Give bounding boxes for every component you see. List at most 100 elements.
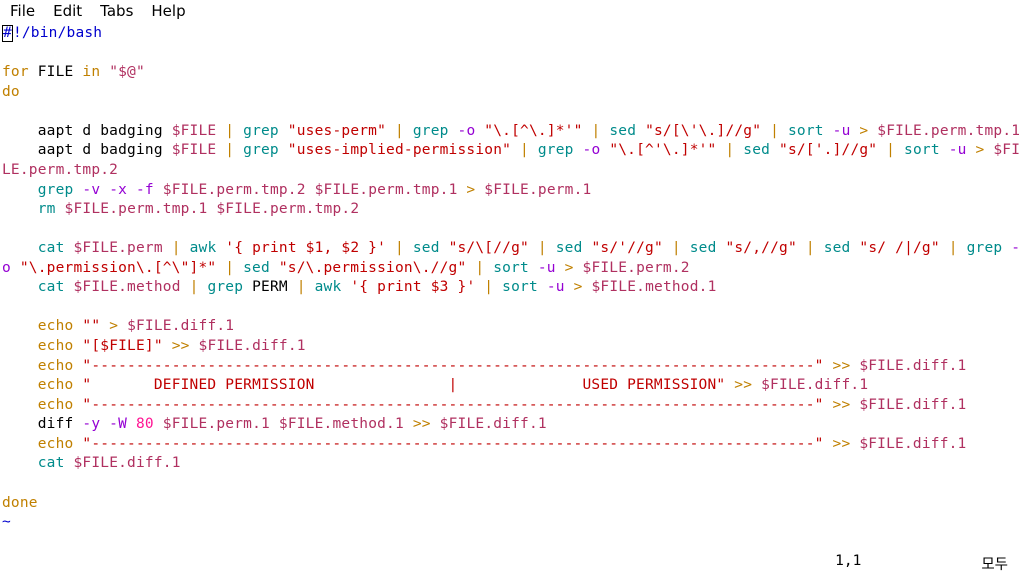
- l12-v2: $FILE: [592, 279, 637, 295]
- e6-v: $FILE: [859, 436, 904, 452]
- e5-pre: [2, 397, 38, 413]
- c-v: $FILE: [73, 455, 118, 471]
- kw-for: for: [2, 64, 29, 80]
- e3-gt: >>: [824, 358, 860, 374]
- l11-p2: |: [386, 240, 413, 256]
- l6-v2: $FILE: [877, 123, 922, 139]
- l8-t1: .perm.tmp.2: [207, 182, 314, 198]
- menu-file[interactable]: File: [10, 2, 35, 20]
- l12-grep: grep: [207, 279, 243, 295]
- tilde-line: ~: [2, 514, 11, 530]
- l8-sp: [154, 182, 163, 198]
- editor-viewport[interactable]: #!/bin/bash for FILE in "$@" do aapt d b…: [0, 24, 1024, 533]
- l12-perm: PERM: [243, 279, 288, 295]
- l7-o: -o: [574, 142, 601, 158]
- menu-help[interactable]: Help: [151, 2, 185, 20]
- l11b-sed: sed: [243, 260, 270, 276]
- l9-pre: [2, 201, 38, 217]
- l11-p5: |: [797, 240, 824, 256]
- e2-v: $FILE: [199, 338, 244, 354]
- e1-gt: >: [100, 318, 127, 334]
- l7-u: -u: [940, 142, 967, 158]
- l6-tail: .perm.tmp.1: [922, 123, 1020, 139]
- l7-p2: |: [511, 142, 538, 158]
- l6-p1: |: [216, 123, 243, 139]
- e5-echo: echo: [38, 397, 74, 413]
- l6-grep2: grep: [413, 123, 449, 139]
- e3-pre: [2, 358, 38, 374]
- l11b-p: |: [940, 240, 967, 256]
- e5-gt: >>: [824, 397, 860, 413]
- e4-t: .diff.1: [806, 377, 869, 393]
- e2-t: .diff.1: [243, 338, 306, 354]
- l11b-p2: |: [216, 260, 243, 276]
- l7-grep: grep: [243, 142, 279, 158]
- e4-echo: echo: [38, 377, 74, 393]
- l12-s1: '{ print $3 }': [341, 279, 475, 295]
- l6-sort: sort: [788, 123, 824, 139]
- l11b-v: $FILE: [583, 260, 628, 276]
- l12-gt: >: [565, 279, 592, 295]
- e4-gt: >>: [725, 377, 761, 393]
- l6-p4: |: [761, 123, 788, 139]
- e3-t: .diff.1: [904, 358, 967, 374]
- d-sp: [154, 416, 163, 432]
- l11-pre: [2, 240, 38, 256]
- c-cat: cat: [38, 455, 65, 471]
- l6-pre: aapt d badging: [2, 123, 172, 139]
- l6-s1: "uses-perm": [279, 123, 386, 139]
- l7-sed: sed: [743, 142, 770, 158]
- e3-echo: echo: [38, 358, 74, 374]
- e1-echo: echo: [38, 318, 74, 334]
- e2-pre: [2, 338, 38, 354]
- l12-p1: |: [181, 279, 208, 295]
- l11-p4: |: [663, 240, 690, 256]
- l11-v1: $FILE: [73, 240, 118, 256]
- menu-edit[interactable]: Edit: [53, 2, 82, 20]
- l11b-gt: >: [556, 260, 583, 276]
- l11b-sort: sort: [493, 260, 529, 276]
- l11-s3: "s/'//g": [583, 240, 663, 256]
- l6-p3: |: [583, 123, 610, 139]
- menu-tabs[interactable]: Tabs: [100, 2, 133, 20]
- l9-v2: $FILE: [216, 201, 261, 217]
- l6-gt: >: [851, 123, 878, 139]
- l7-sort: sort: [904, 142, 940, 158]
- e6-t: .diff.1: [904, 436, 967, 452]
- l8-v3: $FILE: [484, 182, 529, 198]
- l12-p2: |: [288, 279, 315, 295]
- e5-t: .diff.1: [904, 397, 967, 413]
- l11b-grep: grep: [967, 240, 1003, 256]
- l9-t1: .perm.tmp.1: [109, 201, 216, 217]
- l7-p3: |: [716, 142, 743, 158]
- e2-gt: >>: [163, 338, 199, 354]
- l11-sed2: sed: [556, 240, 583, 256]
- l8-gt: >: [458, 182, 485, 198]
- l12-sort: sort: [502, 279, 538, 295]
- e6-pre: [2, 436, 38, 452]
- l12-p3: |: [475, 279, 502, 295]
- cursor-position: 1,1: [835, 553, 861, 574]
- l7-p4: |: [877, 142, 904, 158]
- l6-s2: "\.[^\.]*'": [475, 123, 582, 139]
- e4-s: " DEFINED PERMISSION | USED PERMISSION": [73, 377, 725, 393]
- arg-all: "$@": [100, 64, 145, 80]
- e2-echo: echo: [38, 338, 74, 354]
- l7-gt: >: [967, 142, 994, 158]
- d-num: 80: [127, 416, 154, 432]
- l8-t3: .perm.1: [529, 182, 592, 198]
- l6-grep: grep: [243, 123, 279, 139]
- l12-cat: cat: [38, 279, 65, 295]
- l11-p3: |: [529, 240, 556, 256]
- l11b-s: "\.permission\.[^\"]*": [11, 260, 216, 276]
- l6-o: -o: [449, 123, 476, 139]
- e2-s: "[$FILE]": [73, 338, 162, 354]
- l11-s5: "s/ /|/g": [850, 240, 939, 256]
- e4-pre: [2, 377, 38, 393]
- l11b-t: .perm.2: [627, 260, 690, 276]
- e3-s: "---------------------------------------…: [73, 358, 823, 374]
- l7-v1: $FILE: [172, 142, 217, 158]
- l11-s4: "s/,//g": [717, 240, 797, 256]
- l7-pre: aapt d badging: [2, 142, 172, 158]
- l7-tail: .perm.tmp.2: [20, 162, 118, 178]
